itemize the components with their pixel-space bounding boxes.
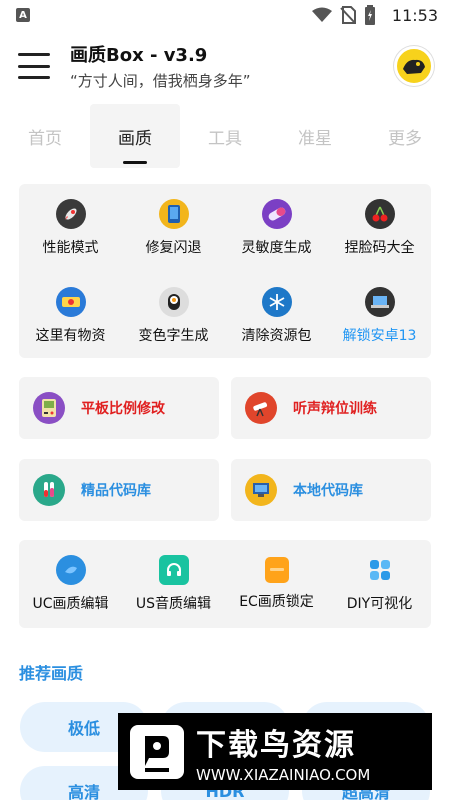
editor-grid: UC画质编辑 US音质编辑 EC画质锁定 DIY可视化 bbox=[19, 540, 431, 628]
fix-crash-button[interactable]: 修复闪退 bbox=[122, 184, 225, 272]
app-title: 画质Box - v3.9 bbox=[70, 45, 208, 66]
pill-icon bbox=[261, 199, 292, 229]
grid-item-label: 变色字生成 bbox=[138, 328, 209, 344]
tab-home[interactable]: 首页 bbox=[0, 104, 90, 168]
tablet-ratio-button[interactable]: 平板比例修改 bbox=[19, 377, 219, 439]
cherry-icon bbox=[364, 199, 395, 229]
watermark-banner: 下载鸟资源 WWW.XIAZAINIAO.COM bbox=[118, 713, 432, 790]
color-text-button[interactable]: 变色字生成 bbox=[122, 272, 225, 360]
tab-bar: 首页 画质 工具 准星 更多 bbox=[0, 104, 450, 168]
grid-item-label: 这里有物资 bbox=[35, 328, 106, 344]
battery-icon bbox=[364, 5, 375, 25]
recommend-title: 推荐画质 bbox=[19, 664, 84, 683]
wifi-icon bbox=[311, 7, 332, 22]
snowflake-icon bbox=[261, 287, 292, 317]
ec-quality-lock-button[interactable]: EC画质锁定 bbox=[225, 540, 328, 628]
test-tube-icon bbox=[33, 474, 65, 506]
performance-mode-button[interactable]: 性能模式 bbox=[19, 184, 122, 272]
laptop-icon bbox=[364, 287, 395, 317]
sushi-icon bbox=[158, 287, 189, 317]
grid-item-label: DIY可视化 bbox=[346, 596, 413, 612]
tab-tools[interactable]: 工具 bbox=[180, 104, 270, 168]
grid-item-label: 解锁安卓13 bbox=[342, 328, 417, 344]
half-card-label: 本地代码库 bbox=[293, 483, 363, 499]
grid-item-label: 灵敏度生成 bbox=[241, 240, 312, 256]
clear-resources-button[interactable]: 清除资源包 bbox=[225, 272, 328, 360]
status-bar: A 11:53 bbox=[0, 0, 450, 30]
tab-quality[interactable]: 画质 bbox=[90, 104, 180, 168]
telescope-icon bbox=[245, 392, 277, 424]
app-subtitle: “方寸人间，借我栖身多年” bbox=[70, 72, 251, 90]
computer-icon bbox=[245, 474, 277, 506]
bird-logo-icon bbox=[130, 724, 184, 779]
avatar-figure-icon bbox=[403, 59, 425, 74]
local-code-library-button[interactable]: 本地代码库 bbox=[231, 459, 431, 521]
supplies-button[interactable]: 这里有物资 bbox=[19, 272, 122, 360]
tab-crosshair[interactable]: 准星 bbox=[270, 104, 360, 168]
feature-grid: 性能模式 修复闪退 灵敏度生成 捏脸码大全 这里有物资 变色字生成 清除资源包 … bbox=[19, 184, 431, 358]
us-sound-edit-button[interactable]: US音质编辑 bbox=[122, 540, 225, 628]
money-icon bbox=[55, 287, 86, 317]
unlock-android13-button[interactable]: 解锁安卓13 bbox=[328, 272, 431, 360]
tab-more[interactable]: 更多 bbox=[360, 104, 450, 168]
grid-item-label: UC画质编辑 bbox=[32, 596, 109, 612]
watermark-title: 下载鸟资源 bbox=[196, 727, 356, 763]
half-card-label: 听声辩位训练 bbox=[293, 401, 377, 417]
sound-training-button[interactable]: 听声辩位训练 bbox=[231, 377, 431, 439]
avatar[interactable] bbox=[394, 46, 434, 86]
square-icon bbox=[264, 557, 289, 583]
grid-item-label: 清除资源包 bbox=[241, 328, 312, 344]
gameboy-icon bbox=[33, 392, 65, 424]
headphone-icon bbox=[158, 555, 189, 585]
half-card-label: 精品代码库 bbox=[81, 483, 151, 499]
uc-quality-edit-button[interactable]: UC画质编辑 bbox=[19, 540, 122, 628]
hamburger-menu-icon[interactable] bbox=[18, 53, 50, 79]
premium-code-library-button[interactable]: 精品代码库 bbox=[19, 459, 219, 521]
grid-item-label: US音质编辑 bbox=[135, 596, 212, 612]
face-code-button[interactable]: 捏脸码大全 bbox=[328, 184, 431, 272]
phone-icon bbox=[158, 199, 189, 229]
half-card-label: 平板比例修改 bbox=[81, 401, 165, 417]
clock: 11:53 bbox=[391, 5, 438, 25]
watermark-url: WWW.XIAZAINIAO.COM bbox=[196, 765, 371, 784]
grid-item-label: 修复闪退 bbox=[145, 240, 202, 256]
puzzle-icon bbox=[365, 555, 395, 585]
grid-item-label: 性能模式 bbox=[42, 240, 99, 256]
app-bar: 画质Box - v3.9 “方寸人间，借我栖身多年” bbox=[0, 30, 450, 102]
sensitivity-generate-button[interactable]: 灵敏度生成 bbox=[225, 184, 328, 272]
diy-visual-button[interactable]: DIY可视化 bbox=[328, 540, 431, 628]
circle-icon bbox=[55, 555, 86, 585]
grid-item-label: 捏脸码大全 bbox=[344, 240, 415, 256]
grid-item-label: EC画质锁定 bbox=[239, 594, 314, 610]
rocket-icon bbox=[55, 199, 86, 229]
notification-a-icon: A bbox=[16, 8, 30, 22]
no-sim-icon bbox=[340, 6, 356, 24]
